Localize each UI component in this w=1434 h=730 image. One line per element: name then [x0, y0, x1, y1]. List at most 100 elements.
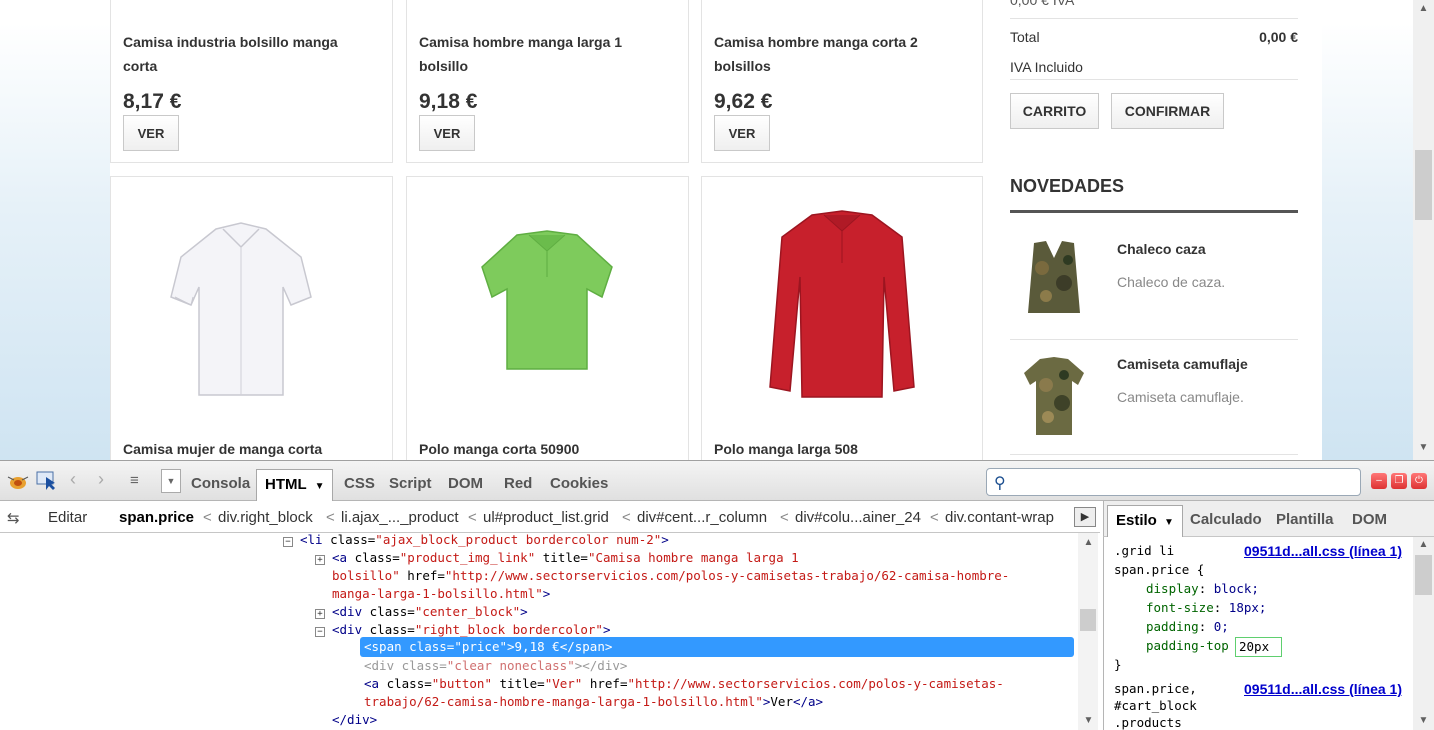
tab-estilo[interactable]: Estilo ▼	[1107, 505, 1183, 537]
expand-toggle-icon[interactable]: +	[315, 609, 325, 619]
firebug-bug-icon[interactable]	[6, 471, 30, 491]
html-line-a-button-cont[interactable]: trabajo/62-camisa-hombre-manga-larga-1-b…	[364, 693, 823, 711]
novedad-item[interactable]: Chaleco caza Chaleco de caza.	[1010, 226, 1298, 340]
product-card[interactable]: Camisa hombre manga corta 2 bolsillos 9,…	[701, 0, 983, 163]
style-panel-scrollbar[interactable]: ▲ ▼	[1413, 537, 1434, 730]
product-title-line2[interactable]: corta	[123, 54, 157, 78]
scroll-down-icon[interactable]: ▼	[1080, 715, 1097, 726]
scroll-down-icon[interactable]: ▼	[1415, 442, 1432, 453]
back-icon[interactable]: ‹	[70, 469, 76, 490]
crumb-div-container[interactable]: div#colu...ainer_24	[795, 509, 921, 526]
tab-red[interactable]: Red	[504, 475, 532, 492]
crumb-div-center-column[interactable]: div#cent...r_column	[637, 509, 767, 526]
product-title[interactable]: Camisa hombre manga corta 2	[714, 30, 918, 54]
html-line-li[interactable]: <li class="ajax_block_product bordercolo…	[300, 533, 669, 549]
ver-button[interactable]: VER	[419, 115, 475, 151]
page-scrollbar[interactable]: ▲ ▼	[1413, 0, 1434, 460]
product-title[interactable]: Polo manga corta 50900	[419, 437, 579, 460]
html-line-a-img-cont[interactable]: bolsillo" href="http://www.sectorservici…	[332, 567, 1009, 585]
css-selector[interactable]: .grid li	[1114, 541, 1174, 560]
product-title-line2[interactable]: bolsillo	[419, 54, 468, 78]
product-card[interactable]: Polo manga larga 508	[701, 176, 983, 460]
html-line-a-img-end[interactable]: manga-larga-1-bolsillo.html">	[332, 585, 550, 603]
html-line-a-button[interactable]: <a class="button" title="Ver" href="http…	[364, 675, 1004, 693]
collapse-toggle-icon[interactable]: −	[315, 627, 325, 637]
tab-consola[interactable]: Consola	[191, 475, 250, 492]
scrollbar-thumb[interactable]	[1080, 609, 1096, 631]
tab-script[interactable]: Script	[389, 475, 432, 492]
html-breadcrumb: ⇆ Editar span.price < div.right_block < …	[0, 501, 1100, 533]
panel-menu-icon[interactable]: ▼	[161, 469, 181, 493]
expand-toggle-icon[interactable]: +	[315, 555, 325, 565]
tab-plantilla[interactable]: Plantilla	[1276, 511, 1334, 528]
ver-button[interactable]: VER	[123, 115, 179, 151]
green-polo-image[interactable]	[477, 227, 617, 377]
scrollbar-thumb[interactable]	[1415, 150, 1432, 220]
css-prop-padding[interactable]: padding: 0;	[1146, 617, 1229, 636]
product-title[interactable]: Camisa hombre manga larga 1	[419, 30, 622, 54]
crumb-div-contant-wrap[interactable]: div.contant-wrap	[945, 509, 1054, 526]
ver-button[interactable]: VER	[714, 115, 770, 151]
close-icon[interactable]: ⏻	[1411, 473, 1427, 489]
html-line-span-price[interactable]: <span class="price">9,18 €</span>	[364, 638, 612, 656]
scrollbar-thumb[interactable]	[1415, 555, 1432, 595]
tab-css[interactable]: CSS	[344, 475, 375, 492]
html-line-center-block[interactable]: <div class="center_block">	[332, 603, 528, 621]
crumb-scroll-right-icon[interactable]: ▶	[1074, 507, 1096, 527]
firebug-search-input[interactable]: ⚲	[986, 468, 1361, 496]
tab-estilo-label: Estilo	[1116, 512, 1157, 529]
crumb-span-price[interactable]: span.price	[119, 509, 194, 526]
dropdown-arrow-icon[interactable]: ▼	[1164, 517, 1174, 528]
novedad-name[interactable]: Chaleco caza	[1117, 241, 1206, 257]
restore-icon[interactable]: ❐	[1391, 473, 1407, 489]
minimize-icon[interactable]: –	[1371, 473, 1387, 489]
collapse-toggle-icon[interactable]: −	[283, 537, 293, 547]
product-card[interactable]: Camisa mujer de manga corta	[110, 176, 393, 460]
product-card[interactable]: Camisa hombre manga larga 1 bolsillo 9,1…	[406, 0, 689, 163]
dropdown-arrow-icon[interactable]: ▼	[315, 481, 325, 492]
confirmar-button[interactable]: CONFIRMAR	[1111, 93, 1224, 129]
red-long-polo-image[interactable]	[762, 207, 922, 407]
html-line-clear-div[interactable]: <div class="clear noneclass"></div>	[364, 657, 627, 675]
product-title[interactable]: Polo manga larga 508	[714, 437, 858, 460]
editar-button[interactable]: Editar	[48, 509, 87, 526]
product-card[interactable]: Polo manga corta 50900	[406, 176, 689, 460]
css-selector-cont[interactable]: span.price {	[1114, 560, 1204, 579]
html-line-div-close[interactable]: </div>	[332, 711, 377, 729]
camo-vest-image[interactable]	[1024, 238, 1084, 323]
list-icon[interactable]: ≡	[130, 472, 139, 489]
css-selector-cont[interactable]: .products	[1114, 713, 1182, 730]
novedad-name[interactable]: Camiseta camuflaje	[1117, 356, 1248, 372]
product-title[interactable]: Camisa mujer de manga corta	[123, 437, 322, 460]
crumb-li-product[interactable]: li.ajax_..._product	[341, 509, 459, 526]
scroll-up-icon[interactable]: ▲	[1415, 3, 1432, 14]
css-source-link[interactable]: 09511d...all.css (línea 1)	[1244, 681, 1402, 697]
forward-icon[interactable]: ›	[98, 469, 104, 490]
tab-html[interactable]: HTML ▼	[256, 469, 334, 501]
css-source-link[interactable]: 09511d...all.css (línea 1)	[1244, 543, 1402, 559]
crumb-ul-product-list[interactable]: ul#product_list.grid	[483, 509, 609, 526]
scroll-up-icon[interactable]: ▲	[1415, 539, 1432, 550]
expand-icon[interactable]: ⇆	[7, 509, 20, 527]
inspect-element-icon[interactable]	[36, 471, 58, 491]
product-card[interactable]: Camisa industria bolsillo manga corta 8,…	[110, 0, 393, 163]
tab-calculado[interactable]: Calculado	[1190, 511, 1262, 528]
tab-cookies[interactable]: Cookies	[550, 475, 608, 492]
scroll-down-icon[interactable]: ▼	[1415, 715, 1432, 726]
tab-dom[interactable]: DOM	[448, 475, 483, 492]
html-line-a-img[interactable]: <a class="product_img_link" title="Camis…	[332, 549, 799, 567]
css-value-editor[interactable]: 20px	[1235, 637, 1282, 657]
html-tree-scrollbar[interactable]: ▲ ▼	[1078, 533, 1098, 730]
css-prop-padding-top[interactable]: padding-top	[1146, 636, 1229, 655]
crumb-div-right-block[interactable]: div.right_block	[218, 509, 313, 526]
carrito-button[interactable]: CARRITO	[1010, 93, 1099, 129]
tab-dom-side[interactable]: DOM	[1352, 511, 1387, 528]
camo-tshirt-image[interactable]	[1022, 355, 1086, 439]
product-title-line2[interactable]: bolsillos	[714, 54, 771, 78]
novedad-item[interactable]: Camiseta camuflaje Camiseta camuflaje.	[1010, 341, 1298, 455]
scroll-up-icon[interactable]: ▲	[1080, 537, 1097, 548]
css-prop-font-size[interactable]: font-size: 18px;	[1146, 598, 1266, 617]
white-shirt-image[interactable]	[161, 217, 321, 407]
css-prop-display[interactable]: display: block;	[1146, 579, 1259, 598]
product-title[interactable]: Camisa industria bolsillo manga	[123, 30, 338, 54]
